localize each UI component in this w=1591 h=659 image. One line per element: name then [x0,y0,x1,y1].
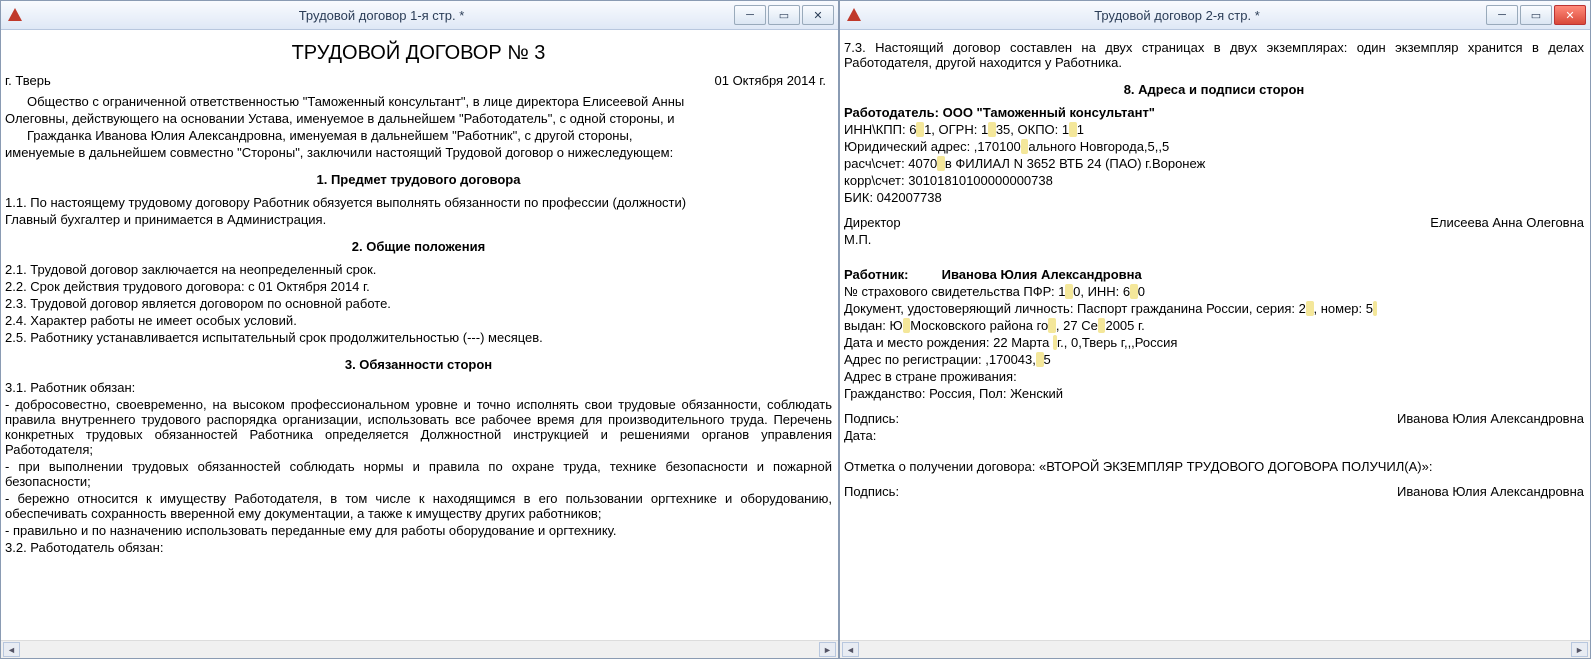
scroll-left-icon[interactable]: ◄ [3,642,20,657]
redacted [1306,301,1314,316]
p2-4: 2.4. Характер работы не имеет особых усл… [5,313,832,328]
window-page2: Трудовой договор 2-я стр. * ─ ▭ ✕ 7.3. Н… [839,0,1591,659]
p1-1b: Главный бухгалтер и принимается в Админи… [5,212,832,227]
signature2-label: Подпись: [844,484,899,499]
doc-title: ТРУДОВОЙ ДОГОВОР № 3 [5,38,832,71]
signature2-name: Иванова Юлия Александровна [1397,484,1584,499]
redacted [1036,352,1044,367]
section8-head: 8. Адреса и подписи сторон [844,72,1584,103]
p3-1b: - при выполнении трудовых обязанностей с… [5,459,832,489]
employer-bik: БИК: 042007738 [844,190,1584,205]
worker-birth: Дата и место рождения: 22 Марта г., 0,Тв… [844,335,1584,350]
worker-pfr: № страхового свидетельства ПФР: 1 0, ИНН… [844,284,1584,299]
p2-2: 2.2. Срок действия трудового договора: с… [5,279,832,294]
hscrollbar[interactable]: ◄ ► [1,640,838,658]
date-label: Дата: [844,428,1584,443]
worker-label: Работник: [844,267,938,282]
redacted [916,122,924,137]
p3-1c: - бережно относится к имуществу Работода… [5,491,832,521]
hscrollbar[interactable]: ◄ ► [840,640,1590,658]
titlebar-page2[interactable]: Трудовой договор 2-я стр. * ─ ▭ ✕ [840,1,1590,30]
doc-city: г. Тверь [5,73,51,88]
employer-rs: расч\счет: 4070 в ФИЛИАЛ N 3652 ВТБ 24 (… [844,156,1584,171]
window-page1: Трудовой договор 1-я стр. * ─ ▭ ✕ ТРУДОВ… [0,0,839,659]
p3-1a: - добросовестно, своевременно, на высоко… [5,397,832,457]
director-label: Директор [844,215,901,230]
section1-head: 1. Предмет трудового договора [5,162,832,193]
worker-reg: Адрес по регистрации: ,170043, 5 [844,352,1584,367]
preamble-l4: именуемые в дальнейшем совместно "Сторон… [5,145,832,160]
maximize-button[interactable]: ▭ [1520,5,1552,25]
preamble-l3: Гражданка Иванова Юлия Александровна, им… [5,128,832,143]
redacted [988,122,996,137]
app-icon [846,7,862,23]
worker-issued: выдан: Ю Московского района го , 27 Се 2… [844,318,1584,333]
worker-citizen: Гражданство: Россия, Пол: Женский [844,386,1584,401]
section2-head: 2. Общие положения [5,229,832,260]
document-page2[interactable]: 7.3. Настоящий договор составлен на двух… [840,30,1590,640]
employer-jaddr: Юридический адрес: ,170100 ального Новго… [844,139,1584,154]
worker-liveaddr: Адрес в стране проживания: [844,369,1584,384]
close-button[interactable]: ✕ [1554,5,1586,25]
preamble-l1: Общество с ограниченной ответственностью… [5,94,832,109]
p2-5: 2.5. Работнику устанавливается испытател… [5,330,832,345]
scroll-right-icon[interactable]: ► [819,642,836,657]
section3-head: 3. Обязанности сторон [5,347,832,378]
minimize-button[interactable]: ─ [734,5,766,25]
scroll-right-icon[interactable]: ► [1571,642,1588,657]
p3-1d: - правильно и по назначению использовать… [5,523,832,538]
window-title: Трудовой договор 2-я стр. * [868,8,1486,23]
client-area: ТРУДОВОЙ ДОГОВОР № 3 г. Тверь 01 Октября… [1,30,838,640]
scroll-left-icon[interactable]: ◄ [842,642,859,657]
worker-docid: Документ, удостоверяющий личность: Паспо… [844,301,1584,316]
client-area: 7.3. Настоящий договор составлен на двух… [840,30,1590,640]
desktop: Трудовой договор 1-я стр. * ─ ▭ ✕ ТРУДОВ… [0,0,1591,659]
doc-date: 01 Октября 2014 г. [715,73,827,88]
minimize-button[interactable]: ─ [1486,5,1518,25]
worker-name: Иванова Юлия Александровна [942,267,1142,282]
redacted [1130,284,1138,299]
mp-label: М.П. [844,232,1584,247]
redacted [1373,301,1377,316]
director-name: Елисеева Анна Олеговна [1430,215,1584,230]
employer-inn: ИНН\КПП: 6 1, ОГРН: 1 35, ОКПО: 1 1 [844,122,1584,137]
app-icon [7,7,23,23]
close-button[interactable]: ✕ [802,5,834,25]
signature-name: Иванова Юлия Александровна [1397,411,1584,426]
redacted [1065,284,1073,299]
employer-ks: корр\счет: 30101810100000000738 [844,173,1584,188]
p2-3: 2.3. Трудовой договор является договором… [5,296,832,311]
p2-1: 2.1. Трудовой договор заключается на нео… [5,262,832,277]
maximize-button[interactable]: ▭ [768,5,800,25]
redacted [937,156,945,171]
p7-3: 7.3. Настоящий договор составлен на двух… [844,40,1584,70]
employer-head: Работодатель: ООО "Таможенный консультан… [844,105,1584,120]
window-buttons: ─ ▭ ✕ [734,5,834,25]
p3-1: 3.1. Работник обязан: [5,380,832,395]
redacted [1069,122,1077,137]
titlebar-page1[interactable]: Трудовой договор 1-я стр. * ─ ▭ ✕ [1,1,838,30]
document-page1[interactable]: ТРУДОВОЙ ДОГОВОР № 3 г. Тверь 01 Октября… [1,30,838,640]
receipt-note: Отметка о получении договора: «ВТОРОЙ ЭК… [844,445,1584,474]
signature-label: Подпись: [844,411,899,426]
p3-2: 3.2. Работодатель обязан: [5,540,832,555]
window-buttons: ─ ▭ ✕ [1486,5,1586,25]
p1-1a: 1.1. По настоящему трудовому договору Ра… [5,195,832,210]
redacted [1048,318,1056,333]
preamble-l2: Олеговны, действующего на основании Уста… [5,111,832,126]
window-title: Трудовой договор 1-я стр. * [29,8,734,23]
